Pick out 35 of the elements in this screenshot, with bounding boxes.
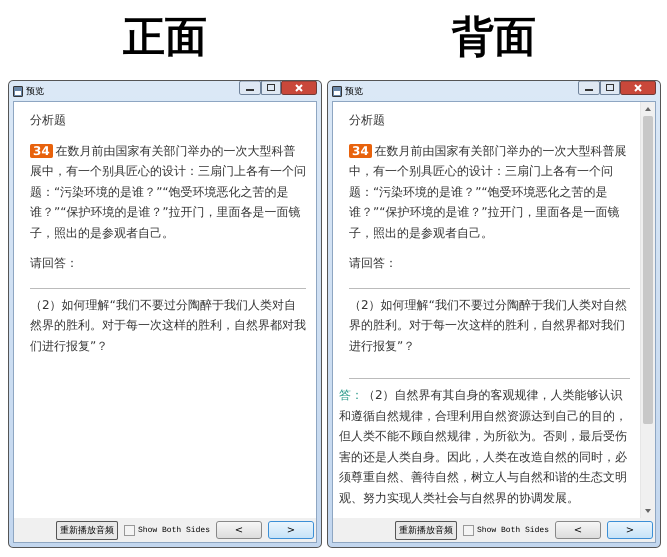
minimize-icon[interactable] [239,81,261,95]
scroll-thumb[interactable] [643,116,653,424]
answer-text: 答：（2）自然界有其自身的客观规律，人类能够认识和遵循自然规律，合理利用自然资源达到自己的目的，但人类不能不顾自然规律，为所欲为。否则，最后受伤害的还是人类自身。因此，人类在改造自然的同时，必须尊重自然、善待自然，树立人与自然和谐的生态文明观、努力实现人类社会与自然界的协调发展。 [339,387,628,506]
show-both-sides-checkbox[interactable] [124,524,135,536]
section-title: 分析题 [349,112,386,129]
replay-audio-button[interactable]: 重新播放音频 [56,520,118,540]
previous-button[interactable]: < [555,521,601,539]
scroll-up-icon[interactable] [644,105,652,113]
maximize-icon[interactable] [600,81,620,95]
maximize-icon[interactable] [261,81,281,95]
close-icon[interactable] [620,81,656,95]
side-heading: 背面 [452,14,536,63]
question-text: 34 在数月前由国家有关部门举办的一次大型科普展中，有一个别具匠心的设计：三扇门上各有一个问题：“污染环境的是谁？”“饱受环境恶化之苦的是谁？”“保护环境的是谁？”拉开门，里面各是一面镜子，照出的是参观者自己。 [30,142,306,242]
replay-audio-button[interactable]: 重新播放音频 [394,520,457,540]
show-both-sides-checkbox[interactable] [462,524,474,536]
answer-prompt: 请回答： [30,255,79,272]
sub-question: （2）如何理解“我们不要过分陶醉于我们人类对自然界的胜利。对于每一次这样的胜利，自然界都对我们进行报复”？ [30,296,306,354]
scroll-down-icon[interactable] [644,507,652,515]
window-title: 预览 [345,86,364,98]
next-button[interactable]: > [607,521,653,539]
side-heading: 正面 [123,14,207,63]
checkbox-label: Show Both Sides [476,526,549,534]
sub-question: （2）如何理解“我们不要过分陶醉于我们人类对自然界的胜利。对于每一次这样的胜利，自然界都对我们进行报复”？ [349,296,628,354]
minimize-icon[interactable] [578,81,600,95]
scrollbar[interactable] [640,102,655,518]
answer-prompt: 请回答： [349,255,398,272]
next-button[interactable]: > [268,521,314,539]
app-icon [13,86,23,96]
window-title: 预览 [26,86,45,98]
app-icon [332,86,342,96]
question-text: 34 在数月前由国家有关部门举办的一次大型科普展中，有一个别具匠心的设计：三扇门上各有一个问题：“污染环境的是谁？”“饱受环境恶化之苦的是谁？”“保护环境的是谁？”拉开门，里面各是一面镜子，照出的是参观者自己。 [349,142,628,242]
close-icon[interactable] [281,81,317,95]
section-title: 分析题 [30,112,67,129]
checkbox-label: Show Both Sides [138,526,210,534]
previous-button[interactable]: < [216,521,262,539]
